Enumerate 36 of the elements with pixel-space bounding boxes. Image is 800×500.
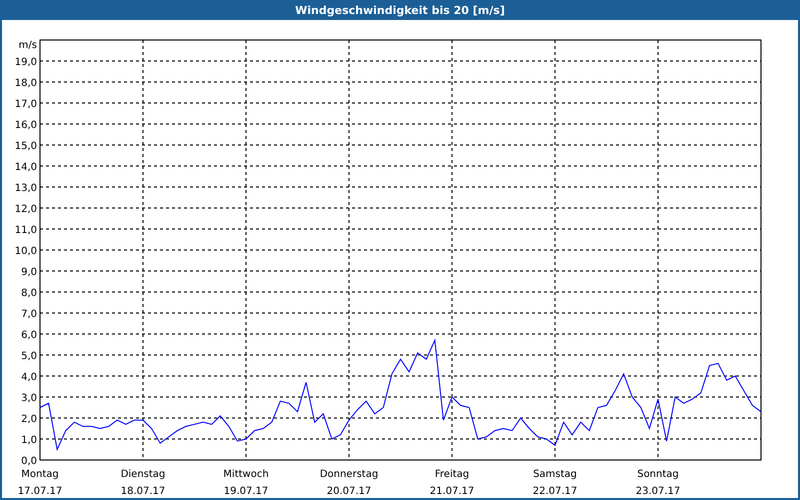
x-tick-label: Donnerstag [320, 469, 378, 480]
y-tick-label: 16,0 [14, 120, 37, 131]
y-tick-label: 5,0 [21, 351, 37, 362]
y-tick-label: 6,0 [21, 330, 37, 341]
y-tick-label: 13,0 [14, 183, 37, 194]
y-tick-label: 17,0 [14, 99, 37, 110]
x-tick-date: 21.07.17 [430, 486, 474, 497]
x-tick-label: Dienstag [120, 469, 166, 480]
y-tick-label: 14,0 [14, 162, 37, 173]
x-tick-label: Mittwoch [223, 469, 269, 480]
y-tick-label: 11,0 [14, 225, 37, 236]
x-tick-label: Sonntag [637, 469, 679, 480]
y-tick-label: 3,0 [21, 393, 37, 404]
y-tick-label: 2,0 [21, 414, 37, 425]
y-axis-label: m/s [18, 40, 37, 51]
y-tick-label: 1,0 [21, 435, 37, 446]
x-tick-label: Freitag [434, 469, 470, 480]
y-tick-label: 0,0 [21, 456, 37, 467]
x-tick-date: 23.07.17 [636, 486, 680, 497]
y-tick-label: 4,0 [21, 372, 37, 383]
x-tick-label: Samstag [533, 469, 577, 480]
x-tick-date: 19.07.17 [224, 486, 268, 497]
y-tick-label: 18,0 [14, 78, 37, 89]
x-tick-date: 22.07.17 [532, 486, 578, 497]
window-title: Windgeschwindigkeit bis 20 [m/s] [0, 0, 800, 20]
y-tick-label: 19,0 [14, 57, 37, 68]
y-tick-label: 9,0 [21, 267, 37, 278]
y-tick-label: 15,0 [14, 141, 37, 152]
x-tick-date: 20.07.17 [326, 486, 372, 497]
y-tick-label: 7,0 [21, 309, 37, 320]
y-tick-label: 10,0 [14, 246, 37, 257]
x-tick-date: 18.07.17 [120, 486, 166, 497]
y-tick-label: 8,0 [21, 288, 37, 299]
x-tick-label: Montag [21, 469, 59, 480]
x-tick-date: 17.07.17 [18, 486, 62, 497]
y-tick-label: 12,0 [14, 204, 37, 215]
